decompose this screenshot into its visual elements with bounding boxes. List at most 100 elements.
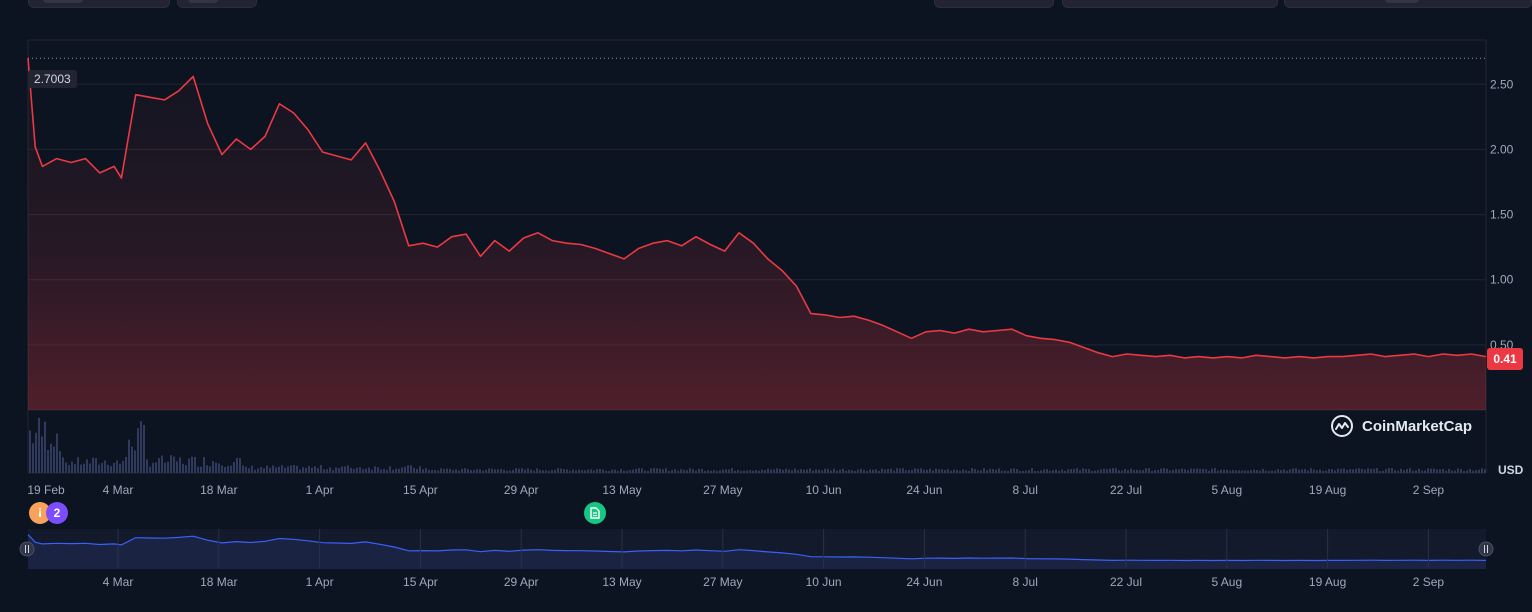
volume-bar (1280, 470, 1282, 473)
volume-bar (884, 469, 886, 473)
volume-bar (1376, 468, 1378, 473)
volume-bar (1385, 469, 1387, 473)
volume-bar (926, 469, 928, 473)
volume-bar (116, 460, 118, 473)
volume-bar (374, 466, 376, 473)
volume-bar (458, 470, 460, 473)
volume-bar (137, 428, 139, 473)
event-count-badge[interactable]: 2 (46, 502, 68, 524)
volume-bar (272, 465, 274, 473)
volume-bar (197, 466, 199, 473)
volume-bar (863, 470, 865, 473)
volume-bar (1055, 469, 1057, 473)
navigator-right-handle[interactable] (1478, 541, 1494, 557)
event-news-badge[interactable] (584, 502, 606, 524)
volume-bar (1013, 468, 1015, 473)
volume-bar (161, 455, 163, 473)
volume-bar (1139, 470, 1141, 473)
volume-bar (1112, 468, 1114, 473)
volume-bar (749, 470, 751, 473)
price-chart[interactable]: 2.502.001.501.000.50 19 Feb 4 Mar 18 Mar 1 … (0, 0, 1532, 612)
volume-bar (1067, 469, 1069, 473)
volume-bar (1190, 468, 1192, 473)
volume-bar (266, 465, 268, 473)
volume-bar (1334, 470, 1336, 473)
volume-bar (590, 469, 592, 473)
navigator-left-handle[interactable] (19, 541, 35, 557)
volume-bar (605, 470, 607, 473)
volume-bar (779, 468, 781, 473)
volume-bar (494, 469, 496, 473)
volume-bar (560, 468, 562, 473)
volume-bar (65, 462, 67, 473)
volume-bar (959, 470, 961, 473)
volume-bar (1148, 468, 1150, 473)
volume-bar (527, 468, 529, 473)
volume-bar (716, 470, 718, 473)
navigator[interactable]: 4 Mar 18 Mar 1 Apr 15 Apr 29 Apr 13 May 27 May… (19, 529, 1494, 589)
volume-bar (278, 466, 280, 473)
volume-bar (1403, 470, 1405, 473)
volume-bar (1175, 468, 1177, 473)
volume-bar (842, 468, 844, 473)
volume-bar (833, 468, 835, 473)
navigator-x-tick-label: 27 May (703, 575, 742, 589)
volume-bar (1325, 470, 1327, 473)
volume-bar (1157, 470, 1159, 473)
volume-bar (86, 459, 88, 473)
volume-bar (536, 468, 538, 473)
volume-bar (1061, 469, 1063, 473)
volume-bar (1448, 468, 1450, 473)
volume-bar (1271, 470, 1273, 473)
x-tick-label: 10 Jun (806, 483, 842, 497)
volume-bar (1217, 470, 1219, 473)
volume-bar (413, 467, 415, 473)
volume-bar (1043, 469, 1045, 473)
volume-bar (629, 470, 631, 473)
volume-bar (1109, 468, 1111, 473)
volume-bar (32, 443, 34, 473)
volume-bar (461, 468, 463, 473)
volume-bar (401, 467, 403, 473)
volume-bar (530, 469, 532, 473)
volume-bar (1373, 468, 1375, 473)
volume-bar (1310, 468, 1312, 473)
volume-bar (827, 468, 829, 473)
volume-bar (1283, 469, 1285, 473)
volume-bar (149, 466, 151, 473)
volume-bar (1364, 469, 1366, 473)
volume-bar (428, 470, 430, 473)
volume-bar (920, 468, 922, 473)
volume-bar (323, 469, 325, 473)
volume-bar (1478, 469, 1480, 473)
volume-bar (371, 469, 373, 473)
volume-bar (356, 467, 358, 473)
volume-bar (317, 468, 319, 473)
volume-bar (1295, 468, 1297, 473)
volume-bar (1088, 468, 1090, 473)
volume-bar (1259, 470, 1261, 473)
volume-bar (1130, 468, 1132, 473)
volume-bar (1265, 470, 1267, 473)
volume-bar (1391, 468, 1393, 473)
volume-bar (635, 468, 637, 473)
volume-bar (245, 466, 247, 473)
volume-bar (215, 462, 217, 473)
volume-bar (785, 468, 787, 473)
volume-bar (1367, 468, 1369, 473)
volume-bar (473, 469, 475, 473)
volume-bar (1343, 468, 1345, 473)
volume-bar (1202, 468, 1204, 473)
volume-bar (176, 461, 178, 473)
volume-bar (962, 469, 964, 473)
volume-bar (614, 469, 616, 473)
volume-bar (326, 469, 328, 473)
volume-bar (581, 470, 583, 473)
volume-bar (644, 470, 646, 473)
volume-bar (509, 470, 511, 473)
volume-bar (821, 470, 823, 473)
volume-bar (479, 469, 481, 473)
volume-bar (1127, 470, 1129, 473)
volume-bar (734, 470, 736, 473)
volume-bar (260, 466, 262, 473)
